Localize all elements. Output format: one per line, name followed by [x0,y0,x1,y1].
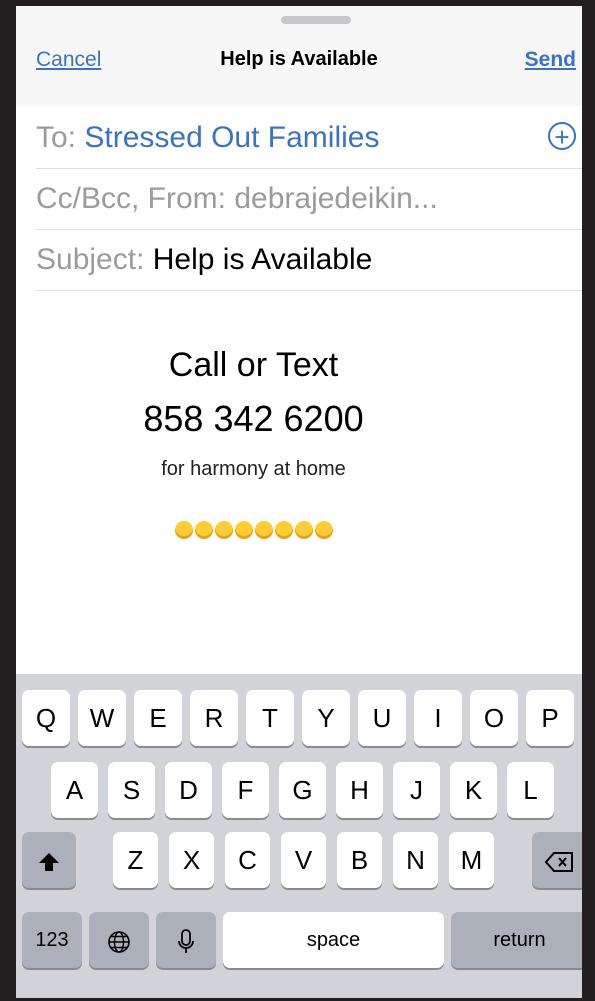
key-s[interactable]: S [108,762,155,818]
navigation-bar: Cancel Help is Available Send [16,6,582,106]
dictation-key[interactable] [156,912,216,968]
microphone-icon [178,929,194,954]
emoji-sweat-smile-icon [314,521,333,539]
cc-bcc-from-field[interactable]: Cc/Bcc, From: debrajedeikin... [36,169,582,230]
add-recipient-icon[interactable]: + [548,122,576,151]
space-key[interactable]: space [223,912,444,968]
body-call-text[interactable]: Call or Text [16,346,491,385]
emoji-smiley-icon [254,521,273,539]
key-n[interactable]: N [393,832,438,888]
backspace-icon [545,852,573,873]
numbers-key[interactable]: 123 [22,912,82,968]
compose-title: Help is Available [220,48,378,70]
key-g[interactable]: G [279,762,326,818]
key-w[interactable]: W [78,690,126,746]
key-f[interactable]: F [222,762,269,818]
globe-icon [108,931,130,953]
key-v[interactable]: V [281,832,326,888]
emoji-blush-icon [214,521,233,539]
key-q[interactable]: Q [22,690,70,746]
subject-value[interactable]: Help is Available [153,243,373,276]
key-t[interactable]: T [246,690,294,746]
keyboard: QWERTYUIOP ASDFGHJKL ZXCVBNM 123 space r… [16,674,582,998]
emoji-smile-icon [294,521,313,539]
key-p[interactable]: P [526,690,574,746]
key-y[interactable]: Y [302,690,350,746]
subject-field[interactable]: Subject: Help is Available [36,230,582,291]
key-k[interactable]: K [450,762,497,818]
emoji-wink-icon [234,521,253,539]
to-label: To: [36,121,77,154]
key-x[interactable]: X [169,832,214,888]
mail-compose-screen: Cancel Help is Available Send To: Stress… [16,6,582,998]
key-z[interactable]: Z [113,832,158,888]
key-r[interactable]: R [190,690,238,746]
cc-bcc-from-text: Cc/Bcc, From: debrajedeikin... [36,182,438,215]
key-l[interactable]: L [507,762,554,818]
globe-key[interactable] [89,912,149,968]
key-o[interactable]: O [470,690,518,746]
key-c[interactable]: C [225,832,270,888]
emoji-row [16,521,491,539]
key-a[interactable]: A [51,762,98,818]
subject-label: Subject: [36,243,145,276]
body-phone-number[interactable]: 858 342 6200 [16,398,491,440]
emoji-grin-icon [274,521,293,539]
emoji-heart-eyes-icon [174,521,193,539]
key-m[interactable]: M [449,832,494,888]
key-j[interactable]: J [393,762,440,818]
send-button[interactable]: Send [525,48,576,72]
key-i[interactable]: I [414,690,462,746]
to-recipient[interactable]: Stressed Out Families [84,121,379,154]
emoji-relieved-icon [194,521,213,539]
key-b[interactable]: B [337,832,382,888]
return-key[interactable]: return [451,912,582,968]
sheet-grabber[interactable] [281,16,351,24]
body-tagline[interactable]: for harmony at home [16,458,491,481]
key-e[interactable]: E [134,690,182,746]
key-u[interactable]: U [358,690,406,746]
to-field[interactable]: To: Stressed Out Families + [36,108,582,169]
key-h[interactable]: H [336,762,383,818]
shift-key[interactable] [22,832,76,888]
key-d[interactable]: D [165,762,212,818]
delete-key[interactable] [532,832,582,888]
shift-arrow-icon [39,853,59,872]
